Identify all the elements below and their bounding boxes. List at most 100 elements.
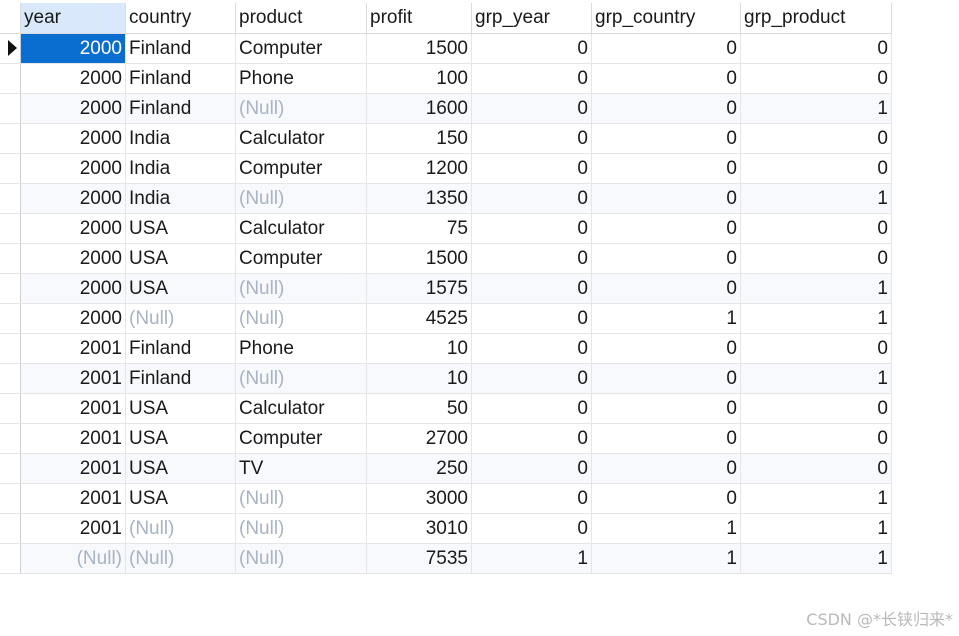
cell-product[interactable]: (Null) [235,183,367,214]
cell-year[interactable]: 2000 [20,123,126,154]
table-row[interactable]: 2000 USA Calculator 75 0 0 0 [0,213,892,244]
cell-grp-country[interactable]: 0 [591,63,741,94]
column-header-country[interactable]: country [125,3,236,34]
cell-profit[interactable]: 4525 [366,303,472,334]
cell-country[interactable]: India [125,183,236,214]
table-row[interactable]: (Null) (Null) (Null) 7535 1 1 1 [0,543,892,574]
cell-profit[interactable]: 1600 [366,93,472,124]
cell-grp-year[interactable]: 0 [471,393,592,424]
cell-grp-country[interactable]: 0 [591,93,741,124]
column-header-grp-year[interactable]: grp_year [471,3,592,34]
table-row[interactable]: 2000 USA (Null) 1575 0 0 1 [0,273,892,304]
cell-product[interactable]: Computer [235,243,367,274]
cell-profit[interactable]: 10 [366,363,472,394]
cell-product[interactable]: Phone [235,63,367,94]
cell-grp-product[interactable]: 0 [740,453,892,484]
cell-profit[interactable]: 3010 [366,513,472,544]
cell-grp-year[interactable]: 0 [471,453,592,484]
table-row[interactable]: 2001 Finland (Null) 10 0 0 1 [0,363,892,394]
cell-country[interactable]: India [125,153,236,184]
cell-country[interactable]: (Null) [125,543,236,574]
cell-profit[interactable]: 50 [366,393,472,424]
cell-grp-product[interactable]: 1 [740,513,892,544]
cell-grp-country[interactable]: 0 [591,363,741,394]
column-header-grp-product[interactable]: grp_product [740,3,892,34]
row-indicator[interactable] [0,183,21,214]
cell-year[interactable]: 2000 [20,213,126,244]
cell-grp-country[interactable]: 0 [591,453,741,484]
cell-grp-product[interactable]: 0 [740,33,892,64]
row-indicator[interactable] [0,33,21,64]
cell-country[interactable]: (Null) [125,303,236,334]
cell-grp-product[interactable]: 1 [740,363,892,394]
cell-grp-year[interactable]: 0 [471,303,592,334]
cell-grp-product[interactable]: 1 [740,183,892,214]
cell-profit[interactable]: 1500 [366,33,472,64]
cell-profit[interactable]: 100 [366,63,472,94]
table-row[interactable]: 2000 Finland Computer 1500 0 0 0 [0,33,892,64]
cell-product[interactable]: (Null) [235,513,367,544]
cell-grp-year[interactable]: 0 [471,363,592,394]
cell-country[interactable]: Finland [125,63,236,94]
cell-grp-product[interactable]: 0 [740,393,892,424]
cell-profit[interactable]: 1350 [366,183,472,214]
cell-grp-year[interactable]: 0 [471,213,592,244]
cell-product[interactable]: Computer [235,33,367,64]
cell-product[interactable]: (Null) [235,483,367,514]
cell-grp-product[interactable]: 0 [740,333,892,364]
row-indicator[interactable] [0,363,21,394]
cell-grp-country[interactable]: 0 [591,243,741,274]
column-header-grp-country[interactable]: grp_country [591,3,741,34]
cell-year[interactable]: 2001 [20,453,126,484]
table-row[interactable]: 2000 Finland (Null) 1600 0 0 1 [0,93,892,124]
cell-product[interactable]: (Null) [235,303,367,334]
cell-year[interactable]: (Null) [20,543,126,574]
row-indicator[interactable] [0,273,21,304]
cell-country[interactable]: Finland [125,93,236,124]
cell-grp-product[interactable]: 1 [740,273,892,304]
cell-grp-country[interactable]: 0 [591,423,741,454]
cell-grp-product[interactable]: 1 [740,483,892,514]
cell-grp-product[interactable]: 1 [740,303,892,334]
cell-grp-year[interactable]: 0 [471,483,592,514]
column-header-profit[interactable]: profit [366,3,472,34]
cell-year[interactable]: 2001 [20,393,126,424]
cell-product[interactable]: (Null) [235,93,367,124]
cell-grp-country[interactable]: 0 [591,483,741,514]
cell-country[interactable]: India [125,123,236,154]
table-row[interactable]: 2001 Finland Phone 10 0 0 0 [0,333,892,364]
cell-year[interactable]: 2001 [20,423,126,454]
cell-grp-year[interactable]: 0 [471,183,592,214]
table-row[interactable]: 2001 USA TV 250 0 0 0 [0,453,892,484]
cell-country[interactable]: Finland [125,333,236,364]
cell-grp-year[interactable]: 0 [471,63,592,94]
cell-year[interactable]: 2001 [20,483,126,514]
cell-grp-country[interactable]: 0 [591,123,741,154]
cell-year[interactable]: 2000 [20,93,126,124]
cell-grp-product[interactable]: 1 [740,543,892,574]
cell-year[interactable]: 2000 [20,153,126,184]
cell-product[interactable]: Computer [235,423,367,454]
cell-profit[interactable]: 250 [366,453,472,484]
cell-grp-country[interactable]: 0 [591,183,741,214]
table-row[interactable]: 2000 India Calculator 150 0 0 0 [0,123,892,154]
cell-grp-product[interactable]: 0 [740,243,892,274]
column-header-product[interactable]: product [235,3,367,34]
cell-country[interactable]: (Null) [125,513,236,544]
cell-product[interactable]: Calculator [235,393,367,424]
table-row[interactable]: 2001 USA Calculator 50 0 0 0 [0,393,892,424]
cell-country[interactable]: USA [125,393,236,424]
table-row[interactable]: 2001 USA (Null) 3000 0 0 1 [0,483,892,514]
column-header-year[interactable]: year [20,3,126,34]
table-row[interactable]: 2001 USA Computer 2700 0 0 0 [0,423,892,454]
cell-grp-country[interactable]: 0 [591,333,741,364]
cell-country[interactable]: USA [125,453,236,484]
cell-grp-country[interactable]: 0 [591,153,741,184]
cell-grp-country[interactable]: 0 [591,213,741,244]
cell-profit[interactable]: 1575 [366,273,472,304]
row-indicator[interactable] [0,423,21,454]
cell-grp-year[interactable]: 0 [471,513,592,544]
cell-product[interactable]: Phone [235,333,367,364]
cell-country[interactable]: USA [125,213,236,244]
cell-profit[interactable]: 3000 [366,483,472,514]
